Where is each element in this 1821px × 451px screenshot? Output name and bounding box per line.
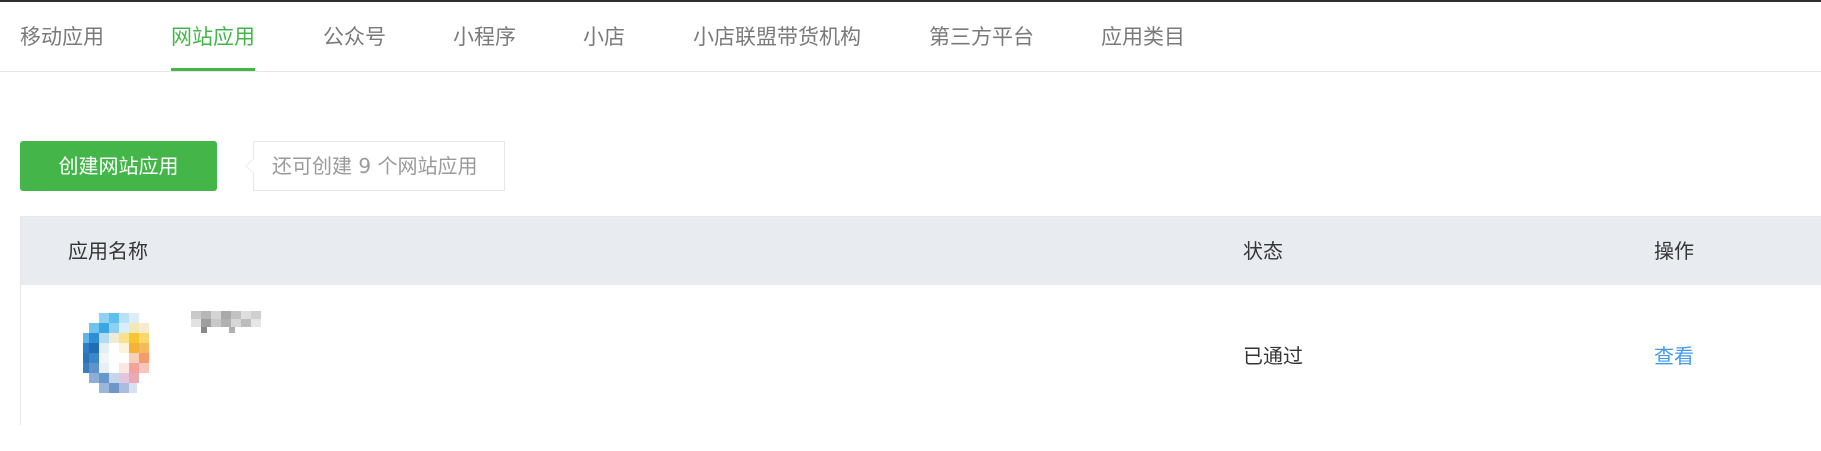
table-header: 应用名称 状态 操作 xyxy=(21,217,1821,285)
app-name-redacted xyxy=(191,311,261,333)
app-management-page: 移动应用 网站应用 公众号 小程序 小店 小店联盟带货机构 第三方平台 应用类目… xyxy=(0,0,1821,451)
tab-shop-alliance[interactable]: 小店联盟带货机构 xyxy=(693,22,861,52)
column-header-status: 状态 xyxy=(1243,239,1283,263)
tab-mini-program[interactable]: 小程序 xyxy=(453,22,516,52)
tab-shop[interactable]: 小店 xyxy=(583,22,625,52)
quota-tip: 还可创建 9 个网站应用 xyxy=(245,141,505,191)
create-website-app-button[interactable]: 创建网站应用 xyxy=(20,141,217,191)
status-approved: 已通过 xyxy=(1243,344,1303,368)
column-header-name: 应用名称 xyxy=(68,239,148,263)
active-tab-indicator xyxy=(171,68,255,71)
tab-official-account[interactable]: 公众号 xyxy=(323,22,386,52)
app-table: 应用名称 状态 操作 已通过 查看 xyxy=(20,216,1821,425)
app-icon xyxy=(83,313,149,393)
table-row: 已通过 查看 xyxy=(21,285,1821,425)
column-header-action: 操作 xyxy=(1654,239,1694,263)
tab-bar: 移动应用 网站应用 公众号 小程序 小店 小店联盟带货机构 第三方平台 应用类目 xyxy=(0,2,1821,72)
quota-tip-text: 还可创建 9 个网站应用 xyxy=(272,154,478,178)
view-link[interactable]: 查看 xyxy=(1654,341,1694,371)
tab-website-app[interactable]: 网站应用 xyxy=(171,22,255,52)
tab-third-party-platform[interactable]: 第三方平台 xyxy=(929,22,1034,52)
tab-app-category[interactable]: 应用类目 xyxy=(1101,22,1185,52)
tab-mobile-app[interactable]: 移动应用 xyxy=(20,22,104,52)
